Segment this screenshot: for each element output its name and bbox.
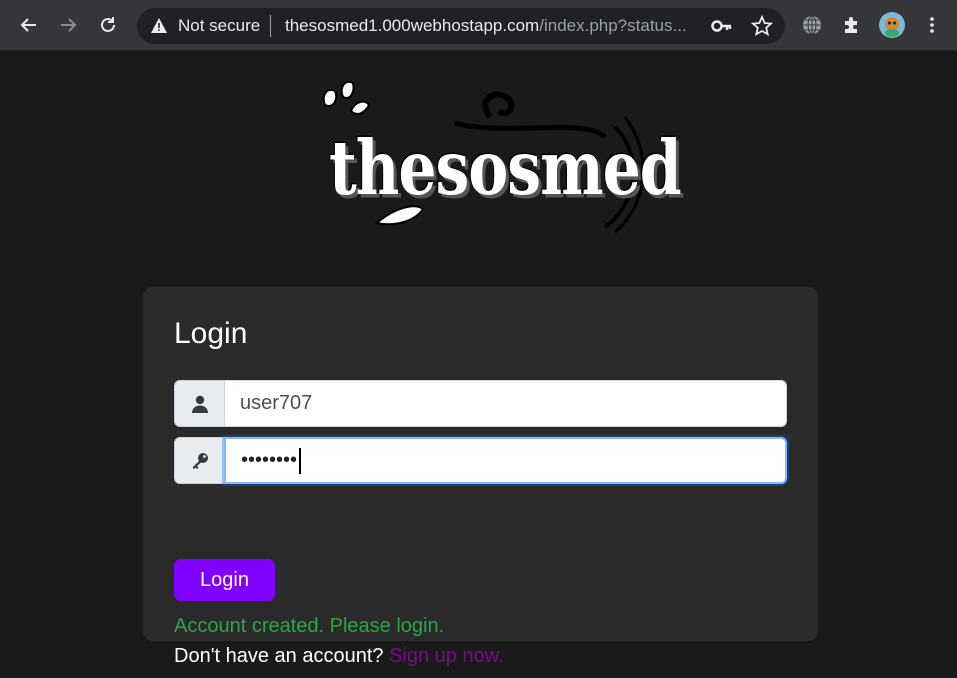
site-logo: thesosmed [315, 77, 682, 237]
signup-prompt: Don't have an account? [174, 645, 384, 667]
star-icon[interactable] [751, 15, 773, 37]
forward-button[interactable] [53, 9, 83, 41]
login-button[interactable]: Login [174, 559, 275, 601]
globe-icon [803, 15, 821, 35]
reload-button[interactable] [93, 9, 123, 41]
user-icon [191, 395, 208, 413]
browser-toolbar: Not secure thesosmed1.000webhostapp.com/… [0, 0, 957, 51]
reload-icon [101, 17, 115, 32]
username-addon [174, 380, 224, 427]
address-bar[interactable]: Not secure thesosmed1.000webhostapp.com/… [137, 8, 785, 44]
login-card: Login user707 •••••••• Login Account cre… [143, 287, 818, 667]
text-caret [299, 447, 301, 474]
signup-prompt-line: Don't have an account? Sign up now. [174, 645, 504, 668]
security-label[interactable]: Not secure [178, 16, 260, 36]
kebab-menu-icon [930, 17, 934, 33]
login-title: Login [174, 317, 248, 350]
avatar-icon [879, 12, 905, 38]
arrow-right-icon [61, 18, 77, 32]
url-text[interactable]: thesosmed1.000webhostapp.com/index.php?s… [285, 16, 695, 36]
signup-link[interactable]: Sign up now. [389, 645, 504, 667]
page-content: thesosmed Login user707 •••••••• Login A… [0, 51, 957, 678]
puzzle-icon [845, 17, 857, 33]
back-button[interactable] [14, 9, 44, 41]
username-group: user707 [174, 380, 787, 427]
logo-text: thesosmed [329, 125, 682, 213]
extensions-button[interactable] [839, 12, 865, 38]
password-value: •••••••• [241, 449, 298, 471]
warning-icon[interactable] [150, 17, 168, 35]
profile-avatar[interactable] [879, 12, 905, 38]
browser-menu-button[interactable] [919, 12, 945, 38]
password-group: •••••••• [174, 437, 787, 484]
globe-extension-button[interactable] [799, 12, 825, 38]
username-value: user707 [240, 392, 313, 414]
arrow-left-icon [20, 18, 36, 32]
url-path: /index.php?status... [539, 16, 687, 35]
key-icon[interactable] [711, 16, 733, 36]
separator [270, 15, 271, 37]
password-input[interactable]: •••••••• [224, 437, 787, 484]
key-icon [192, 452, 208, 469]
password-addon [174, 437, 224, 484]
username-input[interactable]: user707 [224, 380, 787, 427]
url-host: thesosmed1.000webhostapp.com [285, 16, 540, 35]
status-message: Account created. Please login. [174, 615, 445, 637]
